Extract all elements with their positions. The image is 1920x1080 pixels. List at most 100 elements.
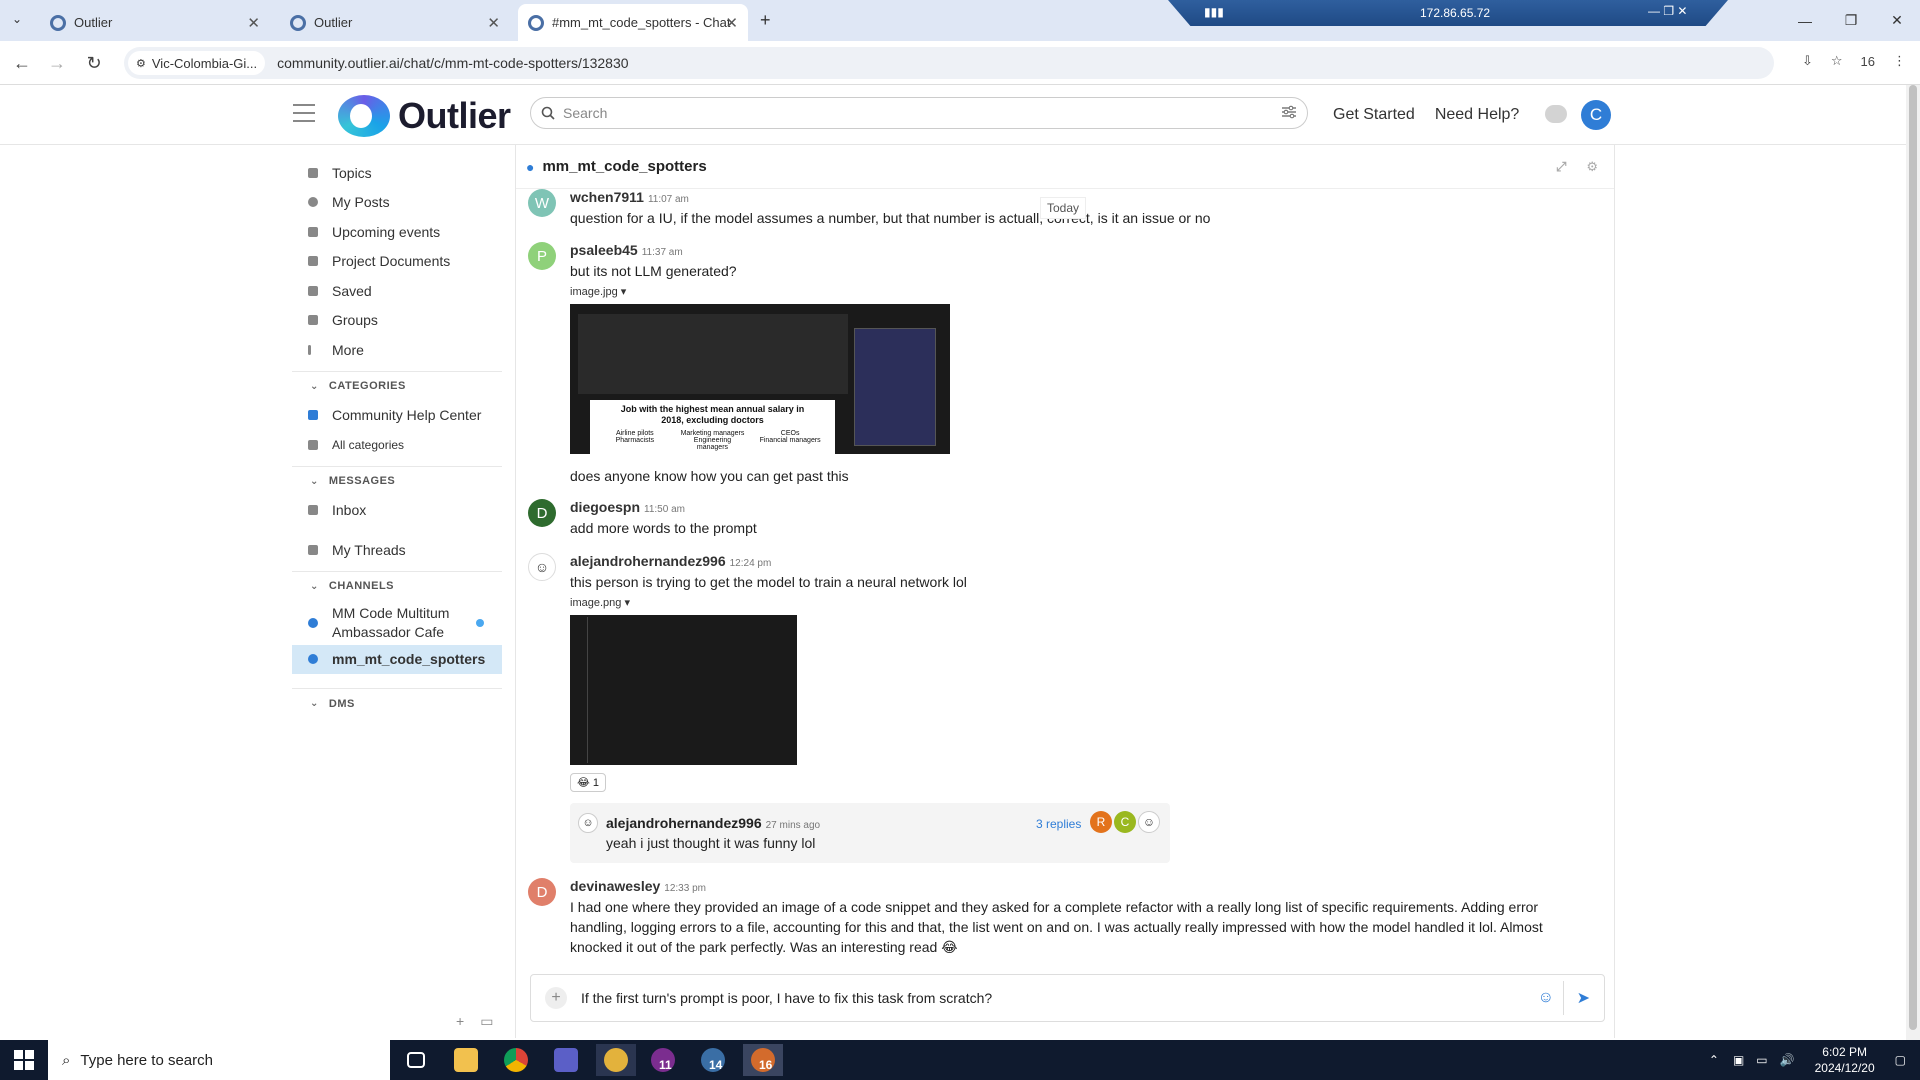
- channels-section-header[interactable]: ⌄ CHANNELS: [292, 570, 502, 601]
- tray-chevron-icon[interactable]: ⌃: [1709, 1053, 1719, 1067]
- browser-tab-active[interactable]: #mm_mt_code_spotters - Chat ✕: [518, 4, 748, 41]
- settings-icon[interactable]: ⚙: [1586, 159, 1598, 175]
- laughing-emoji-icon: 😂: [577, 777, 590, 789]
- forward-icon[interactable]: →: [45, 51, 69, 75]
- message-composer[interactable]: + If the first turn's prompt is poor, I …: [530, 974, 1605, 1022]
- browser-tab-strip: ⌄ Outlier ✕ Outlier ✕ #mm_mt_code_spotte…: [0, 0, 1920, 41]
- site-info-chip[interactable]: ⚙ Vic-Colombia-Gi...: [128, 51, 266, 75]
- outlier-logo[interactable]: Outlier: [338, 95, 511, 137]
- close-window-icon[interactable]: ✕: [1874, 0, 1920, 41]
- tab-list-dropdown-icon[interactable]: ⌄: [12, 12, 22, 26]
- get-started-link[interactable]: Get Started: [1333, 106, 1415, 124]
- sidebar-item-all-categories[interactable]: All categories: [292, 430, 502, 460]
- minimize-icon[interactable]: —: [1782, 0, 1828, 41]
- network-icon[interactable]: ▭: [1756, 1053, 1767, 1067]
- sidebar-item-community-help-center[interactable]: Community Help Center: [292, 401, 502, 431]
- message-text: I had one where they provided an image o…: [570, 899, 1543, 955]
- message-author[interactable]: diegoespn: [570, 499, 640, 515]
- laughing-emoji-icon: 😂: [941, 939, 958, 955]
- app-icon-with-badge[interactable]: 11: [643, 1044, 683, 1076]
- attached-image[interactable]: [570, 615, 797, 765]
- task-view-icon[interactable]: [396, 1044, 436, 1076]
- browser-menu-icon[interactable]: ⋮: [1893, 53, 1906, 69]
- avatar[interactable]: D: [528, 878, 556, 906]
- avatar[interactable]: W: [528, 189, 556, 217]
- message-author[interactable]: devinawesley: [570, 878, 660, 894]
- need-help-link[interactable]: Need Help?: [1435, 106, 1520, 124]
- url-text[interactable]: community.outlier.ai/chat/c/mm-mt-code-s…: [277, 55, 628, 71]
- close-tab-icon[interactable]: ✕: [725, 14, 738, 32]
- sidebar-item-mm-mt-code-spotters[interactable]: mm_mt_code_spotters: [292, 644, 502, 674]
- omnibox[interactable]: ⚙ Vic-Colombia-Gi... community.outlier.a…: [124, 47, 1774, 79]
- restore-icon[interactable]: ❐: [1828, 0, 1874, 41]
- sidebar-item-ambassador-cafe[interactable]: MM Code Multitum Ambassador Cafe: [292, 601, 502, 645]
- avatar[interactable]: P: [528, 242, 556, 270]
- search-filter-icon[interactable]: [1281, 105, 1297, 119]
- sidebar-item-my-posts[interactable]: My Posts: [292, 188, 502, 218]
- send-icon[interactable]: ➤: [1577, 988, 1590, 1008]
- attachment-toggle[interactable]: image.png ▾: [570, 596, 1590, 609]
- taskbar-clock[interactable]: 6:02 PM 2024/12/20: [1815, 1044, 1875, 1076]
- new-tab-icon[interactable]: +: [760, 10, 771, 31]
- close-tab-icon[interactable]: ✕: [487, 14, 500, 32]
- message-author[interactable]: alejandrohernandez996: [570, 553, 726, 569]
- browser-tab-2[interactable]: Outlier ✕: [280, 4, 510, 41]
- reload-icon[interactable]: ↻: [82, 51, 106, 75]
- message-author[interactable]: wchen7911: [570, 189, 644, 205]
- dms-section-header[interactable]: ⌄ DMS: [292, 688, 502, 718]
- message-author[interactable]: psaleeb45: [570, 242, 638, 258]
- hamburger-menu-icon[interactable]: [293, 104, 315, 124]
- tray-app-icon[interactable]: ▣: [1733, 1053, 1744, 1067]
- user-icon: [308, 197, 318, 208]
- sidebar-item-inbox[interactable]: Inbox: [292, 496, 502, 526]
- emoji-icon[interactable]: ☺: [1538, 989, 1554, 1007]
- caret-down-icon: ▾: [624, 597, 630, 609]
- app-icon-with-badge[interactable]: 16: [743, 1044, 783, 1076]
- expand-icon[interactable]: ⤢: [1556, 159, 1566, 175]
- chat-bubble-icon[interactable]: [1545, 105, 1567, 123]
- add-icon[interactable]: +: [456, 1013, 464, 1030]
- sidebar-item-project-documents[interactable]: Project Documents: [292, 247, 502, 277]
- legend-item: Engineering managers: [693, 437, 732, 451]
- remote-window-controls[interactable]: — ❐ ✕: [1648, 4, 1687, 18]
- avatar[interactable]: D: [528, 499, 556, 527]
- search-input[interactable]: Search: [530, 97, 1308, 129]
- avatar-illustration-icon[interactable]: ☺: [528, 553, 556, 581]
- chrome-icon[interactable]: [496, 1044, 536, 1076]
- back-icon[interactable]: ←: [10, 51, 34, 75]
- extension-badge[interactable]: 16: [1861, 54, 1875, 69]
- volume-icon[interactable]: 🔊: [1780, 1053, 1795, 1067]
- sidebar-item-my-threads[interactable]: My Threads: [292, 535, 502, 565]
- sidebar-item-topics[interactable]: Topics: [292, 158, 502, 188]
- sidebar-item-upcoming-events[interactable]: Upcoming events: [292, 217, 502, 247]
- page-scrollbar[interactable]: [1906, 85, 1920, 1040]
- close-tab-icon[interactable]: ✕: [247, 14, 260, 32]
- windows-start-icon[interactable]: [14, 1050, 34, 1070]
- user-avatar[interactable]: C: [1581, 100, 1611, 130]
- attachment-toggle[interactable]: image.jpg ▾: [570, 285, 1590, 298]
- bookmark-star-icon[interactable]: ☆: [1831, 53, 1843, 69]
- install-app-icon[interactable]: ⇩: [1802, 53, 1813, 69]
- reaction-pill[interactable]: 😂 1: [570, 773, 607, 792]
- sidebar-item-more[interactable]: More: [292, 335, 502, 365]
- file-explorer-icon[interactable]: [446, 1044, 486, 1076]
- thread-replies-link[interactable]: 3 replies: [1036, 817, 1081, 831]
- thread-author[interactable]: alejandrohernandez996: [606, 815, 762, 831]
- add-attachment-icon[interactable]: +: [545, 987, 567, 1009]
- chevron-down-icon: ⌄: [310, 475, 319, 487]
- keyboard-icon[interactable]: ▭: [480, 1013, 493, 1030]
- app-icon-with-badge[interactable]: 14: [693, 1044, 733, 1076]
- notifications-icon[interactable]: ▢: [1895, 1053, 1906, 1067]
- categories-section-header[interactable]: ⌄ CATEGORIES: [292, 370, 502, 401]
- sidebar-item-groups[interactable]: Groups: [292, 306, 502, 336]
- app-icon[interactable]: [596, 1044, 636, 1076]
- thread-preview[interactable]: ☺ alejandrohernandez996 27 mins ago yeah …: [570, 803, 1170, 863]
- messages-section-header[interactable]: ⌄ MESSAGES: [292, 465, 502, 496]
- attached-screenshot-image[interactable]: Job with the highest mean annual salary …: [570, 304, 950, 454]
- composer-input-text[interactable]: If the first turn's prompt is poor, I ha…: [581, 990, 992, 1006]
- scrollbar-thumb[interactable]: [1909, 85, 1917, 1030]
- browser-tab-1[interactable]: Outlier ✕: [40, 4, 270, 41]
- taskbar-search-input[interactable]: ⌕ Type here to search: [48, 1040, 390, 1080]
- sidebar-item-saved[interactable]: Saved: [292, 276, 502, 306]
- app-icon[interactable]: [546, 1044, 586, 1076]
